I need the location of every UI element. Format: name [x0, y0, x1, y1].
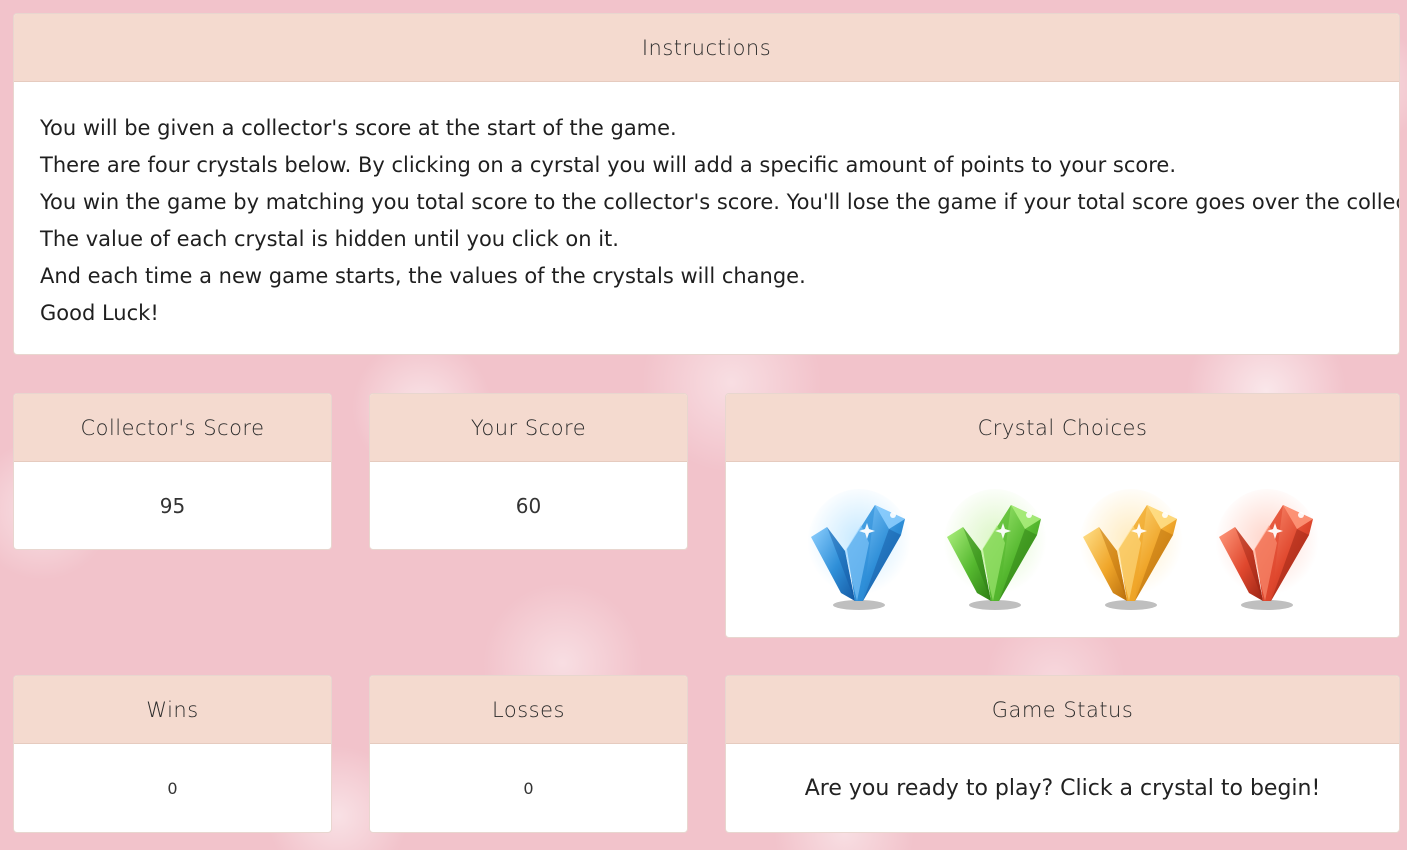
crystal-choices-heading: Crystal Choices [726, 394, 1399, 462]
green-crystal-icon[interactable] [941, 485, 1049, 615]
your-score-panel: Your Score 60 [369, 393, 688, 550]
instructions-panel: Instructions You will be given a collect… [13, 13, 1400, 355]
collector-score-panel: Collector's Score 95 [13, 393, 332, 550]
instructions-heading: Instructions [14, 14, 1399, 82]
losses-value: 0 [523, 778, 534, 798]
instruction-line: The value of each crystal is hidden unti… [40, 227, 619, 251]
game-status-message: Are you ready to play? Click a crystal t… [804, 775, 1321, 801]
blue-crystal-icon[interactable] [805, 485, 913, 615]
collector-score-heading: Collector's Score [14, 394, 331, 462]
losses-panel: Losses 0 [369, 675, 688, 833]
collector-score-body: 95 [14, 462, 331, 549]
wins-value: 0 [167, 778, 178, 798]
wins-panel: Wins 0 [13, 675, 332, 833]
losses-body: 0 [370, 744, 687, 832]
your-score-heading: Your Score [370, 394, 687, 462]
crystal-row [805, 485, 1321, 615]
losses-heading: Losses [370, 676, 687, 744]
crystal-choices-body [726, 462, 1399, 637]
orange-crystal-icon[interactable] [1077, 485, 1185, 615]
crystal-choices-panel: Crystal Choices [725, 393, 1400, 638]
wins-body: 0 [14, 744, 331, 832]
instruction-line: And each time a new game starts, the val… [40, 264, 806, 288]
instruction-line: You will be given a collector's score at… [40, 116, 677, 140]
instruction-line: Good Luck! [40, 301, 159, 325]
instruction-line: You win the game by matching you total s… [40, 190, 1400, 214]
red-crystal-icon[interactable] [1213, 485, 1321, 615]
instructions-body: You will be given a collector's score at… [14, 82, 1400, 354]
game-status-body: Are you ready to play? Click a crystal t… [726, 744, 1399, 832]
wins-heading: Wins [14, 676, 331, 744]
your-score-body: 60 [370, 462, 687, 549]
game-status-heading: Game Status [726, 676, 1399, 744]
collector-score-value: 95 [159, 493, 186, 518]
your-score-value: 60 [515, 493, 542, 518]
game-status-panel: Game Status Are you ready to play? Click… [725, 675, 1400, 833]
instruction-line: There are four crystals below. By clicki… [40, 153, 1176, 177]
